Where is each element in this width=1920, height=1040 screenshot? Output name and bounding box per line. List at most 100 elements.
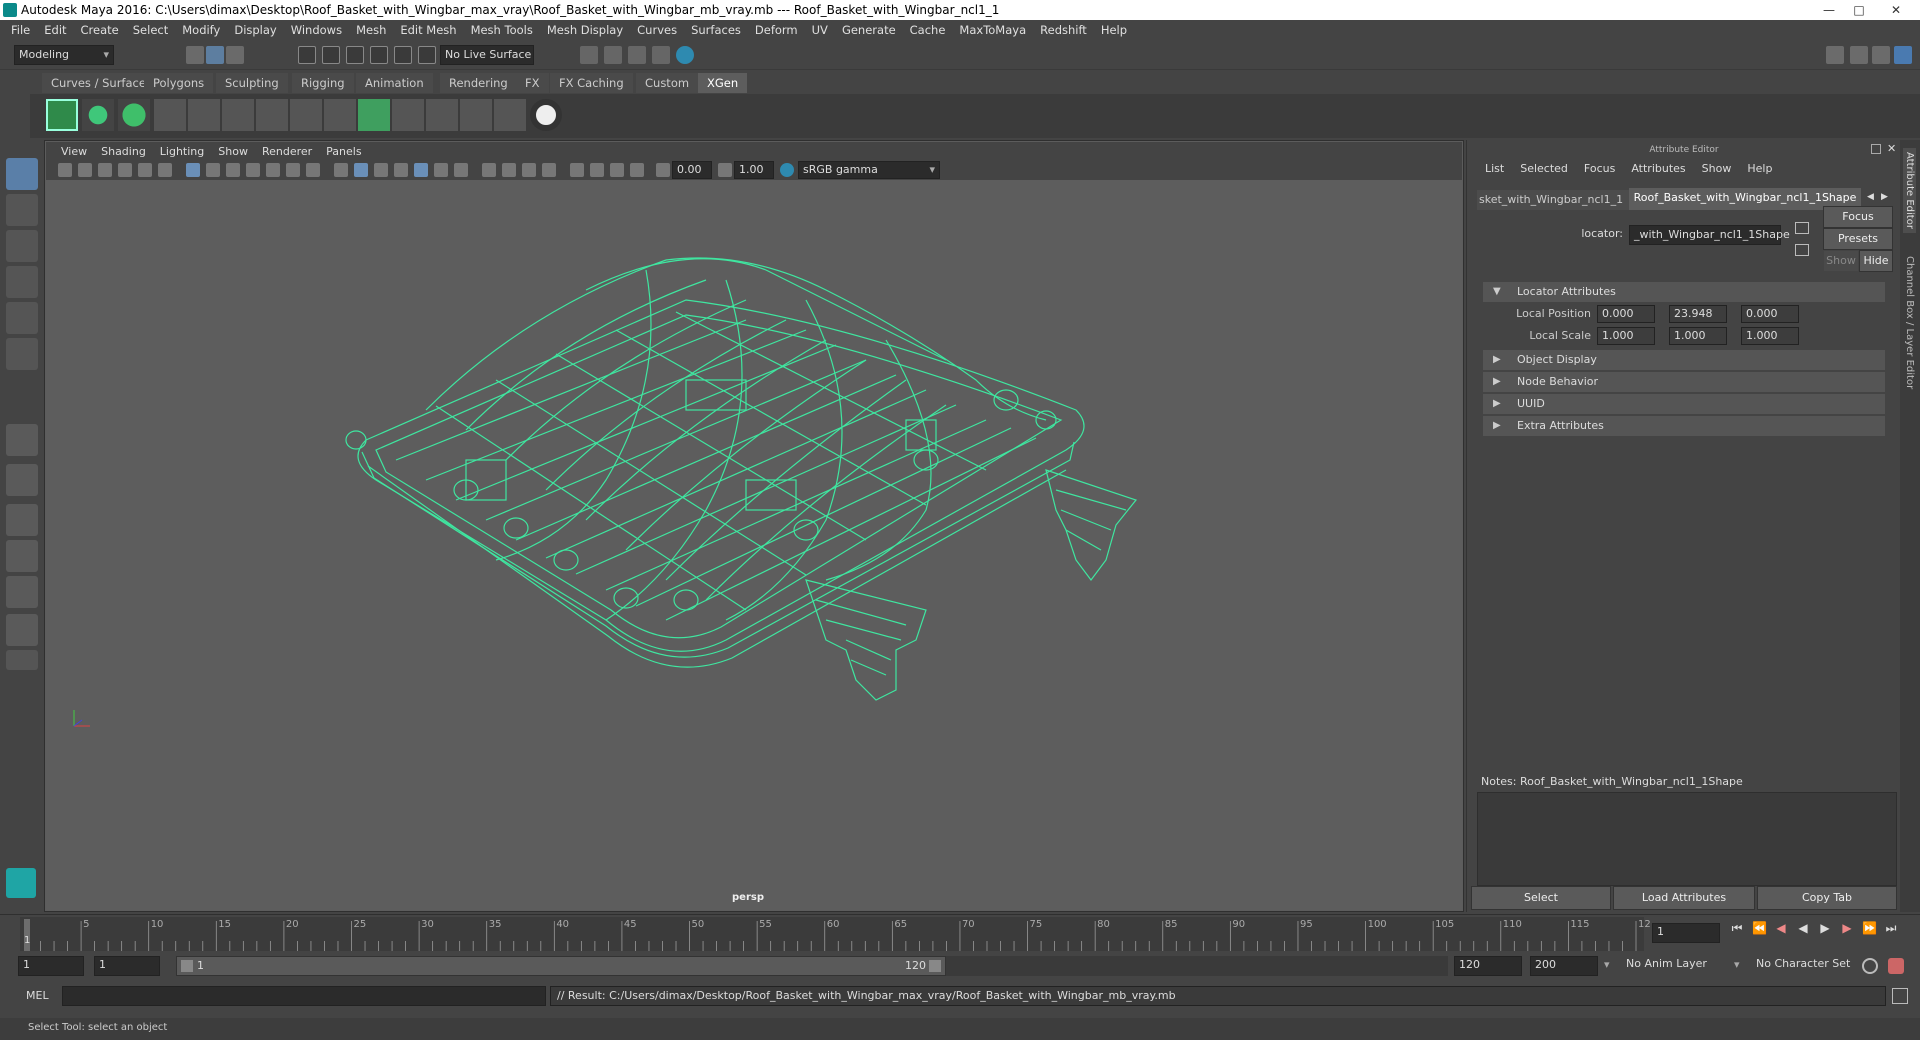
- shelf-tab-rendering[interactable]: Rendering: [440, 73, 517, 93]
- character-set-dropdown[interactable]: No Character Set: [1752, 956, 1862, 976]
- smooth-shade-icon[interactable]: [354, 163, 368, 177]
- chevron-down-icon[interactable]: ▾: [1604, 958, 1610, 971]
- menu-uv[interactable]: UV: [805, 23, 835, 37]
- lock-guides-icon[interactable]: [290, 99, 322, 131]
- textured-icon[interactable]: [394, 163, 408, 177]
- play-forwards-icon[interactable]: ▶: [1818, 921, 1832, 935]
- snap-view-icon[interactable]: [370, 46, 388, 64]
- range-end-handle[interactable]: [929, 960, 941, 972]
- presets-button[interactable]: Presets: [1823, 228, 1893, 250]
- shelf-tab-sculpting[interactable]: Sculpting: [216, 73, 288, 93]
- node-name-field[interactable]: _with_Wingbar_ncl1_1Shape: [1629, 225, 1790, 245]
- four-view-layout-icon[interactable]: [6, 464, 38, 496]
- focus-button[interactable]: Focus: [1823, 206, 1893, 228]
- perspective-viewport[interactable]: persp: [46, 180, 1462, 910]
- move-tool-icon[interactable]: [6, 266, 38, 298]
- menu-display[interactable]: Display: [227, 23, 283, 37]
- local-position-z[interactable]: 0.000: [1741, 305, 1799, 323]
- gate-mask-icon[interactable]: [246, 163, 260, 177]
- load-attributes-button[interactable]: Load Attributes: [1613, 886, 1755, 910]
- select-object-icon[interactable]: [206, 46, 224, 64]
- snap-magnet-icon[interactable]: [418, 46, 436, 64]
- range-start-handle[interactable]: [181, 960, 193, 972]
- step-forward-icon[interactable]: ⏩: [1862, 921, 1877, 935]
- attribute-editor-toggle-icon[interactable]: [1894, 46, 1912, 64]
- single-perspective-layout-icon[interactable]: [6, 424, 38, 456]
- exposure-icon[interactable]: [656, 163, 670, 177]
- image-plane-icon[interactable]: [118, 163, 132, 177]
- copy-tab-button[interactable]: Copy Tab: [1757, 886, 1897, 910]
- comb-icon[interactable]: [460, 99, 492, 131]
- menu-maxtomaya[interactable]: MaxToMaya: [952, 23, 1033, 37]
- bookmark-icon[interactable]: [98, 163, 112, 177]
- select-component-icon[interactable]: [226, 46, 244, 64]
- channel-box-toggle-icon[interactable]: [1850, 46, 1868, 64]
- tab-scroll-left-icon[interactable]: ◀: [1867, 192, 1874, 202]
- notes-field[interactable]: [1477, 792, 1897, 886]
- ae-menu-list[interactable]: List: [1477, 162, 1512, 180]
- command-input[interactable]: [62, 986, 546, 1006]
- outliner-layout-icon[interactable]: [6, 576, 38, 608]
- shelf-tab-fx[interactable]: FX: [516, 73, 549, 93]
- groom-icon[interactable]: [426, 99, 458, 131]
- section-object-display[interactable]: ▶ Object Display: [1483, 350, 1885, 370]
- live-surface-field[interactable]: No Live Surface: [440, 45, 534, 65]
- lasso-tool-icon[interactable]: [6, 194, 38, 226]
- local-scale-z[interactable]: 1.000: [1741, 327, 1799, 345]
- viewport-menu-renderer[interactable]: Renderer: [255, 145, 319, 158]
- xray-icon[interactable]: [414, 163, 428, 177]
- grid-icon[interactable]: [186, 163, 200, 177]
- motion-blur-icon[interactable]: [502, 163, 516, 177]
- field-chart-icon[interactable]: [266, 163, 280, 177]
- playback-end-field[interactable]: 120: [1454, 956, 1522, 976]
- menu-deform[interactable]: Deform: [748, 23, 805, 37]
- local-scale-y[interactable]: 1.000: [1669, 327, 1727, 345]
- create-collection-icon[interactable]: [118, 99, 150, 131]
- exposure-field[interactable]: 0.00: [672, 161, 712, 179]
- paint-select-icon[interactable]: [6, 230, 38, 262]
- go-to-start-icon[interactable]: ⏮: [1730, 921, 1744, 935]
- close-panel-icon[interactable]: ✕: [1887, 142, 1896, 155]
- menu-create[interactable]: Create: [74, 23, 126, 37]
- menu-generate[interactable]: Generate: [835, 23, 903, 37]
- section-node-behavior[interactable]: ▶ Node Behavior: [1483, 372, 1885, 392]
- viewport-menu-shading[interactable]: Shading: [94, 145, 153, 158]
- snap-surface-icon[interactable]: [394, 46, 412, 64]
- screen-space-ao-icon[interactable]: [482, 163, 496, 177]
- shelf-tab-rigging[interactable]: Rigging: [292, 73, 354, 93]
- shelf-tab-animation[interactable]: Animation: [356, 73, 433, 93]
- gamma-field[interactable]: 1.00: [734, 161, 774, 179]
- mode-dropdown[interactable]: Modeling ▾: [14, 45, 114, 65]
- step-back-icon[interactable]: ⏪: [1752, 921, 1767, 935]
- viewport-menu-view[interactable]: View: [54, 145, 94, 158]
- isolate-select-icon[interactable]: [570, 163, 584, 177]
- close-button[interactable]: ✕: [1874, 0, 1918, 20]
- go-to-end-icon[interactable]: ⏭: [1884, 921, 1898, 935]
- shelf-tab-fx-caching[interactable]: FX Caching: [550, 73, 633, 93]
- guide-spread-icon[interactable]: [324, 99, 356, 131]
- more-layouts-icon[interactable]: [6, 650, 38, 670]
- place-guides-icon[interactable]: [154, 99, 186, 131]
- tool-settings-icon[interactable]: [1872, 46, 1890, 64]
- snap-grid-icon[interactable]: [298, 46, 316, 64]
- color-management-icon[interactable]: [780, 163, 794, 177]
- play-backwards-icon[interactable]: ◀: [1796, 921, 1810, 935]
- select-button[interactable]: Select: [1471, 886, 1611, 910]
- auto-key-icon[interactable]: [1862, 958, 1878, 974]
- menu-mesh-tools[interactable]: Mesh Tools: [464, 23, 540, 37]
- grease-pencil-icon[interactable]: [158, 163, 172, 177]
- wireframe-on-shaded-icon[interactable]: [374, 163, 388, 177]
- menu-curves[interactable]: Curves: [630, 23, 684, 37]
- select-hierarchy-icon[interactable]: [186, 46, 204, 64]
- shadows-icon[interactable]: [454, 163, 468, 177]
- render-settings-icon[interactable]: [652, 46, 670, 64]
- preferences-icon[interactable]: [1888, 958, 1904, 974]
- menu-file[interactable]: File: [4, 23, 37, 37]
- backface-cull-icon[interactable]: [630, 163, 644, 177]
- start-time-field[interactable]: 1: [18, 956, 84, 976]
- guide-length-icon[interactable]: [222, 99, 254, 131]
- create-description-icon[interactable]: [82, 99, 114, 131]
- anti-aliasing-icon[interactable]: [522, 163, 536, 177]
- rotate-tool-icon[interactable]: [6, 302, 38, 334]
- color-space-dropdown[interactable]: sRGB gamma ▾: [798, 161, 940, 179]
